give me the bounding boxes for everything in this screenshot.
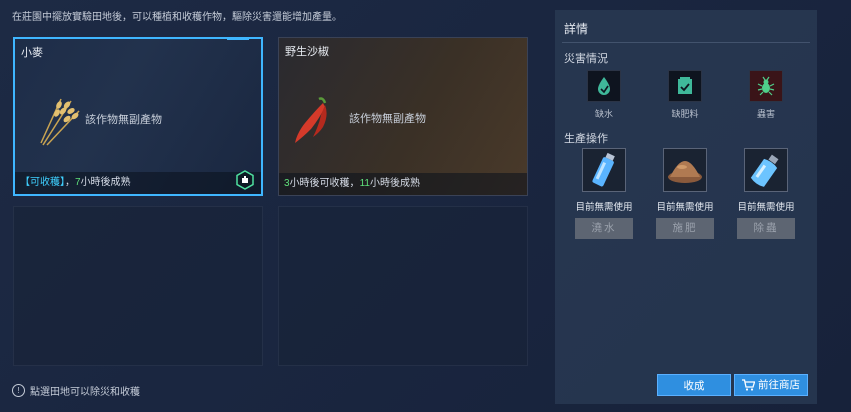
harvest-tag: 【可收穫】 (20, 177, 65, 188)
disaster-drought: 缺水 (587, 70, 621, 120)
info-icon: ! (12, 384, 25, 397)
hours-value: 11 (359, 178, 370, 189)
ops-section-title: 生產操作 (564, 133, 608, 145)
bug-icon (757, 76, 775, 96)
disaster-section-title: 災害情況 (564, 53, 608, 65)
harvest-button[interactable]: 收成 (657, 374, 731, 396)
op-fertilizing: 目前無需使用 施肥 (645, 148, 725, 239)
fertilize-button[interactable]: 施肥 (656, 218, 714, 239)
go-to-shop-button[interactable]: 前往商店 (734, 374, 808, 396)
spray-bottle-icon (750, 154, 779, 187)
plot-name: 野生沙椒 (285, 46, 329, 58)
plot-note: 該作物無副產物 (85, 114, 162, 126)
wheat-icon (40, 98, 80, 146)
water-drop-icon (598, 77, 610, 95)
op-pest-removal: 目前無需使用 除蟲 (726, 148, 806, 239)
top-hint: 在莊園中擺放實驗田地後，可以種植和收穫作物，驅除災害還能增加產量。 (12, 12, 342, 23)
field-plot-pepper[interactable]: 野生沙椒 該作物無副產物 3小時後可收穫，11小時後成熟 (278, 37, 528, 196)
bottom-hint: ! 點選田地可以除災和收穫 (12, 383, 140, 398)
disaster-pests: 蟲害 (749, 70, 783, 120)
plot-name: 小麥 (21, 47, 43, 59)
fertilizer-pile-icon (668, 161, 702, 183)
water-bottle-icon (592, 152, 615, 187)
plot-note: 該作物無副產物 (349, 113, 426, 125)
plot-status: 3小時後可收穫，11小時後成熟 (279, 173, 527, 195)
disaster-no-fertilizer: 缺肥料 (668, 70, 702, 120)
field-plot-wheat[interactable]: 小麥 該作物無副產物 【可收穫】，7小時後成熟 (13, 37, 263, 196)
fertilizer-bag-icon (678, 77, 692, 94)
pest-removal-button[interactable]: 除蟲 (737, 218, 795, 239)
hand-harvest-icon[interactable] (235, 170, 255, 190)
op-watering: 目前無需使用 澆水 (564, 148, 644, 239)
chili-pepper-icon (295, 97, 327, 143)
shopping-cart-icon (742, 379, 755, 391)
water-button[interactable]: 澆水 (575, 218, 633, 239)
plot-status: 【可收穫】，7小時後成熟 (15, 172, 261, 194)
panel-title: 詳情 (564, 22, 589, 36)
selection-indicator (227, 39, 249, 40)
details-panel: 詳情 災害情況 缺水 缺肥料 蟲害 生產操作 目前無需使用 澆水 目前無需使用 … (555, 10, 817, 404)
empty-plot[interactable] (278, 206, 528, 366)
divider (562, 42, 810, 43)
empty-plot[interactable] (13, 206, 263, 366)
